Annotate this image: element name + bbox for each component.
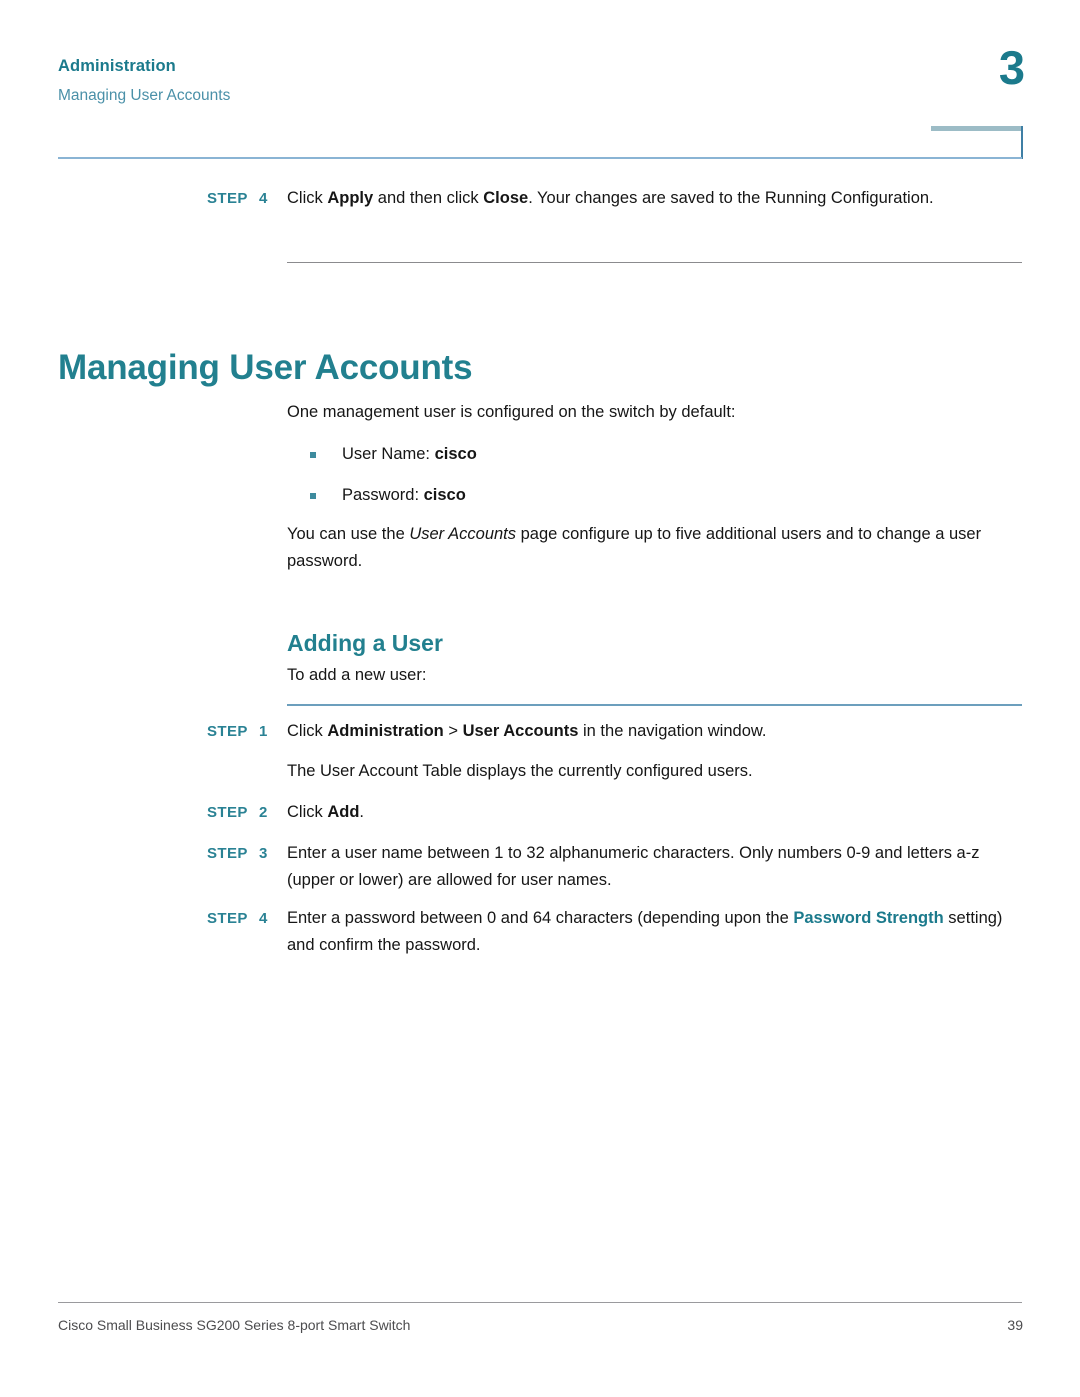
step-label: STEP [207,845,248,862]
step1-note: The User Account Table displays the curr… [287,762,753,780]
running-header: Administration Managing User Accounts [58,56,758,105]
list-item-value: cisco [434,445,477,463]
list-item: Password: cisco [310,482,1042,509]
step2-bold-add: Add [327,803,360,821]
step1-bold-user-accounts: User Accounts [462,722,579,740]
section-divider-gray [287,262,1022,263]
step-text: Click Apply and then click Close. Your c… [287,185,1022,212]
step-label: STEP [207,190,248,207]
step2-part1: Click [287,803,328,821]
usage-paragraph: You can use the User Accounts page confi… [287,521,1022,575]
step-row-2: STEP 2 Click Add. [207,799,1022,826]
step-row-3: STEP 3 Enter a user name between 1 to 32… [207,840,1022,894]
step-row-1: STEP 1 Click Administration > User Accou… [207,718,1022,745]
step-number: 4 [259,910,268,927]
step-number: 4 [259,190,268,207]
usage-italic-user-accounts: User Accounts [409,525,517,543]
steps-divider-blue [287,704,1022,706]
intro-paragraph: One management user is configured on the… [287,403,736,421]
header-section-title: Managing User Accounts [58,86,231,104]
step-number: 1 [259,723,268,740]
step1-part2: > [443,722,463,740]
footer-divider [58,1302,1022,1303]
list-item-label: User Name: [342,445,435,463]
step-text: Click Administration > User Accounts in … [287,718,1022,745]
step-text-part2: and then click [373,189,484,207]
lead-in-text: To add a new user: [287,666,427,684]
step2-part2: . [359,803,365,821]
header-divider [58,157,1022,159]
step1-bold-administration: Administration [327,722,444,740]
step-row-4: STEP 4 Enter a password between 0 and 64… [207,905,1022,959]
bullet-square-icon [310,452,316,458]
step1-part3: in the navigation window. [578,722,767,740]
step4-part1: Enter a password between 0 and 64 charac… [287,909,794,927]
footer-product-name: Cisco Small Business SG200 Series 8-port… [58,1317,411,1333]
cross-reference-password-strength[interactable]: Password Strength [793,909,943,927]
step-number: 2 [259,804,268,821]
document-page: Administration Managing User Accounts 3 … [0,0,1080,1397]
step-bold-close: Close [483,189,529,207]
step-text-part1: Click [287,189,328,207]
step-text: Enter a password between 0 and 64 charac… [287,905,1022,959]
page-title: Managing User Accounts [58,348,473,388]
header-chapter-title: Administration [58,57,176,75]
section-heading-adding-a-user: Adding a User [287,630,443,657]
bullet-square-icon [310,493,316,499]
step-text-part3: . Your changes are saved to the Running … [528,189,934,207]
step-label: STEP [207,804,248,821]
step-label: STEP [207,723,248,740]
step-text: Click Add. [287,799,1022,826]
list-item: User Name: cisco [310,441,1042,468]
usage-part1: You can use the [287,525,410,543]
step-bold-apply: Apply [327,189,374,207]
step-text: Enter a user name between 1 to 32 alphan… [287,844,980,889]
footer-page-number: 39 [1007,1317,1023,1333]
page-tab-top-decoration [931,126,1023,131]
list-item-value: cisco [423,486,466,504]
page-tab-right-decoration [1021,126,1023,159]
step-label: STEP [207,910,248,927]
step1-part1: Click [287,722,328,740]
chapter-number: 3 [998,41,1025,94]
step-row-continued: STEP 4 Click Apply and then click Close.… [207,185,1022,212]
step-number: 3 [259,845,268,862]
list-item-label: Password: [342,486,424,504]
